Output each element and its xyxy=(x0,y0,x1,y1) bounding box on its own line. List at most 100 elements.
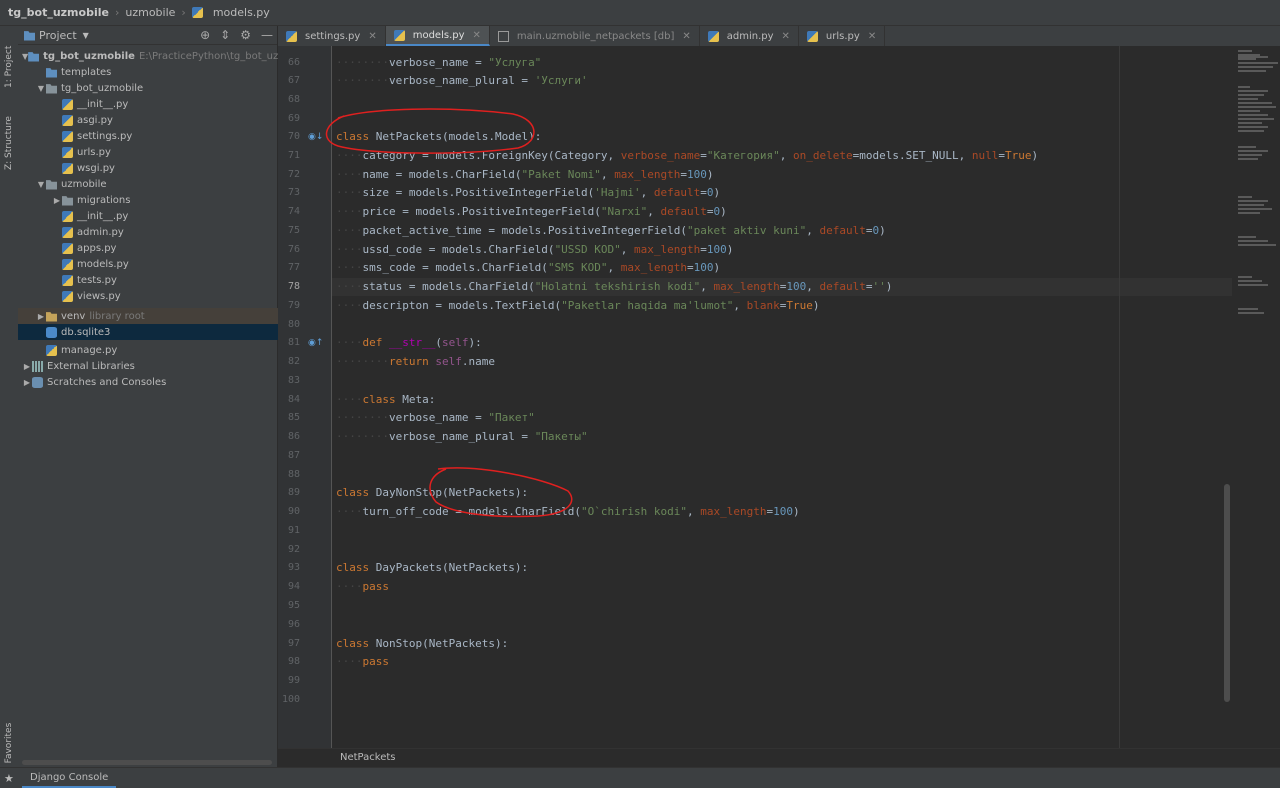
tree-item[interactable]: ▼ tg_bot_uzmobile xyxy=(18,80,296,96)
gear-icon[interactable]: ⚙ xyxy=(240,28,251,42)
close-icon[interactable]: ✕ xyxy=(473,30,481,41)
tree-item[interactable]: ▼ uzmobile xyxy=(18,176,296,192)
tree-item[interactable]: __init__.py xyxy=(18,208,312,224)
code-line-75[interactable]: ····packet_active_time = models.Positive… xyxy=(336,222,886,240)
line-number[interactable]: 86 xyxy=(278,431,300,442)
star-icon[interactable]: ★ xyxy=(4,772,14,785)
line-number[interactable]: 68 xyxy=(278,94,300,105)
tree-item[interactable]: settings.py xyxy=(18,128,312,144)
code-editor[interactable]: ◉↓ ◉↑ 66 67 68 69 70 71 72 73 74 75 76 77 78 79 80 81 82… xyxy=(278,46,1280,748)
line-number[interactable]: 83 xyxy=(278,375,300,386)
line-number[interactable]: 75 xyxy=(278,225,300,236)
tree-item[interactable]: ▶ migrations xyxy=(18,192,312,208)
line-number[interactable]: 85 xyxy=(278,412,300,423)
override-marker-icon[interactable]: ◉↑ xyxy=(308,338,323,348)
tree-item[interactable]: views.py xyxy=(18,288,312,304)
tab-settings-py[interactable]: settings.py ✕ xyxy=(278,26,386,46)
code-line-77[interactable]: ····sms_code = models.CharField("SMS KOD… xyxy=(336,259,720,277)
code-minimap[interactable] xyxy=(1232,46,1280,748)
tree-root[interactable]: ▼ tg_bot_uzmobile E:\PracticePython\tg_b… xyxy=(18,48,282,64)
chevron-down-icon[interactable]: ▼ xyxy=(22,52,28,61)
chevron-down-icon[interactable]: ▼ xyxy=(83,31,89,40)
minimize-icon[interactable]: — xyxy=(261,28,273,42)
tree-item[interactable]: urls.py xyxy=(18,144,312,160)
line-number[interactable]: 69 xyxy=(278,113,300,124)
code-line-70[interactable]: class NetPackets(models.Model): xyxy=(336,128,541,146)
line-number[interactable]: 88 xyxy=(278,469,300,480)
code-line-84[interactable]: ····class Meta: xyxy=(336,391,435,409)
tab-structure-tool[interactable]: Z: Structure xyxy=(1,108,17,178)
line-number[interactable]: 73 xyxy=(278,187,300,198)
tab-db-table[interactable]: main.uzmobile_netpackets [db] ✕ xyxy=(490,26,700,46)
line-number[interactable]: 79 xyxy=(278,300,300,311)
code-line-98[interactable]: ····pass xyxy=(336,653,389,671)
line-number[interactable]: 87 xyxy=(278,450,300,461)
chevron-right-icon[interactable]: ▶ xyxy=(52,196,62,205)
line-number[interactable]: 76 xyxy=(278,244,300,255)
tree-item[interactable]: __init__.py xyxy=(18,96,312,112)
tree-item[interactable]: wsgi.py xyxy=(18,160,312,176)
line-number[interactable]: 77 xyxy=(278,262,300,273)
tree-item[interactable]: tests.py xyxy=(18,272,312,288)
tree-item[interactable]: models.py xyxy=(18,256,312,272)
line-number[interactable]: 72 xyxy=(278,169,300,180)
line-number[interactable]: 66 xyxy=(278,57,300,68)
line-number[interactable]: 89 xyxy=(278,487,300,498)
tree-item-selected[interactable]: db.sqlite3 xyxy=(18,324,296,340)
tab-admin-py[interactable]: admin.py ✕ xyxy=(700,26,799,46)
line-number-gutter[interactable]: ◉↓ ◉↑ 66 67 68 69 70 71 72 73 74 75 76 77 78 79 80 81 82… xyxy=(278,46,332,748)
tree-item[interactable]: admin.py xyxy=(18,224,312,240)
line-number[interactable]: 84 xyxy=(278,394,300,405)
code-line-86[interactable]: ········verbose_name_plural = "Пакеты" xyxy=(336,428,588,446)
code-line-76[interactable]: ····ussd_code = models.CharField("USSD K… xyxy=(336,241,733,259)
tab-project-tool[interactable]: 1: Project xyxy=(1,32,17,102)
line-number[interactable]: 71 xyxy=(278,150,300,161)
line-number[interactable]: 81 xyxy=(278,337,300,348)
line-number[interactable]: 74 xyxy=(278,206,300,217)
chevron-right-icon[interactable]: ▶ xyxy=(36,312,46,321)
code-line-67[interactable]: ········verbose_name_plural = 'Услуги' xyxy=(336,72,588,90)
line-number[interactable]: 93 xyxy=(278,562,300,573)
code-line-81[interactable]: ····def __str__(self): xyxy=(336,334,482,352)
tree-item[interactable]: ▶ Scratches and Consoles xyxy=(18,374,282,390)
line-number[interactable]: 92 xyxy=(278,544,300,555)
line-number[interactable]: 96 xyxy=(278,619,300,630)
chevron-down-icon[interactable]: ▼ xyxy=(36,180,46,189)
code-line-97[interactable]: class NonStop(NetPackets): xyxy=(336,635,508,653)
target-icon[interactable]: ⊕ xyxy=(200,28,210,42)
tree-item[interactable]: ▶ External Libraries xyxy=(18,358,282,374)
breadcrumb-project[interactable]: tg_bot_uzmobile xyxy=(8,6,109,19)
project-view-selector[interactable]: Project xyxy=(39,29,77,42)
vertical-scrollbar[interactable] xyxy=(1224,484,1230,702)
code-line-89[interactable]: class DayNonStop(NetPackets): xyxy=(336,484,528,502)
line-number[interactable]: 97 xyxy=(278,638,300,649)
line-number[interactable]: 98 xyxy=(278,656,300,667)
editor-breadcrumb[interactable]: NetPackets xyxy=(340,752,395,763)
code-line-73[interactable]: ····size = models.PositiveIntegerField('… xyxy=(336,184,720,202)
tab-django-console[interactable]: Django Console xyxy=(22,768,117,788)
override-marker-icon[interactable]: ◉↓ xyxy=(308,132,323,142)
line-number[interactable]: 80 xyxy=(278,319,300,330)
line-number[interactable]: 95 xyxy=(278,600,300,611)
line-number[interactable]: 99 xyxy=(278,675,300,686)
line-number[interactable]: 82 xyxy=(278,356,300,367)
code-line-85[interactable]: ········verbose_name = "Пакет" xyxy=(336,409,535,427)
code-line-93[interactable]: class DayPackets(NetPackets): xyxy=(336,559,528,577)
tree-item-venv[interactable]: ▶ venv library root xyxy=(18,308,296,324)
chevron-right-icon[interactable]: ▶ xyxy=(22,362,32,371)
code-line-71[interactable]: ····category = models.ForeignKey(Categor… xyxy=(336,147,1038,165)
tab-models-py[interactable]: models.py ✕ xyxy=(385,26,490,46)
line-number[interactable]: 91 xyxy=(278,525,300,536)
tree-item[interactable]: apps.py xyxy=(18,240,312,256)
code-line-74[interactable]: ····price = models.PositiveIntegerField(… xyxy=(336,203,727,221)
close-icon[interactable]: ✕ xyxy=(782,31,790,42)
close-icon[interactable]: ✕ xyxy=(682,31,690,42)
code-line-66[interactable]: ········verbose_name = "Услуга" xyxy=(336,54,541,72)
line-number[interactable]: 90 xyxy=(278,506,300,517)
code-line-78[interactable]: ····status = models.CharField("Holatni t… xyxy=(336,278,892,296)
collapse-icon[interactable]: ⇕ xyxy=(220,28,230,42)
line-number[interactable]: 100 xyxy=(278,694,300,705)
line-number[interactable]: 67 xyxy=(278,75,300,86)
breadcrumb-module[interactable]: uzmobile xyxy=(125,6,175,19)
chevron-right-icon[interactable]: ▶ xyxy=(22,378,32,387)
